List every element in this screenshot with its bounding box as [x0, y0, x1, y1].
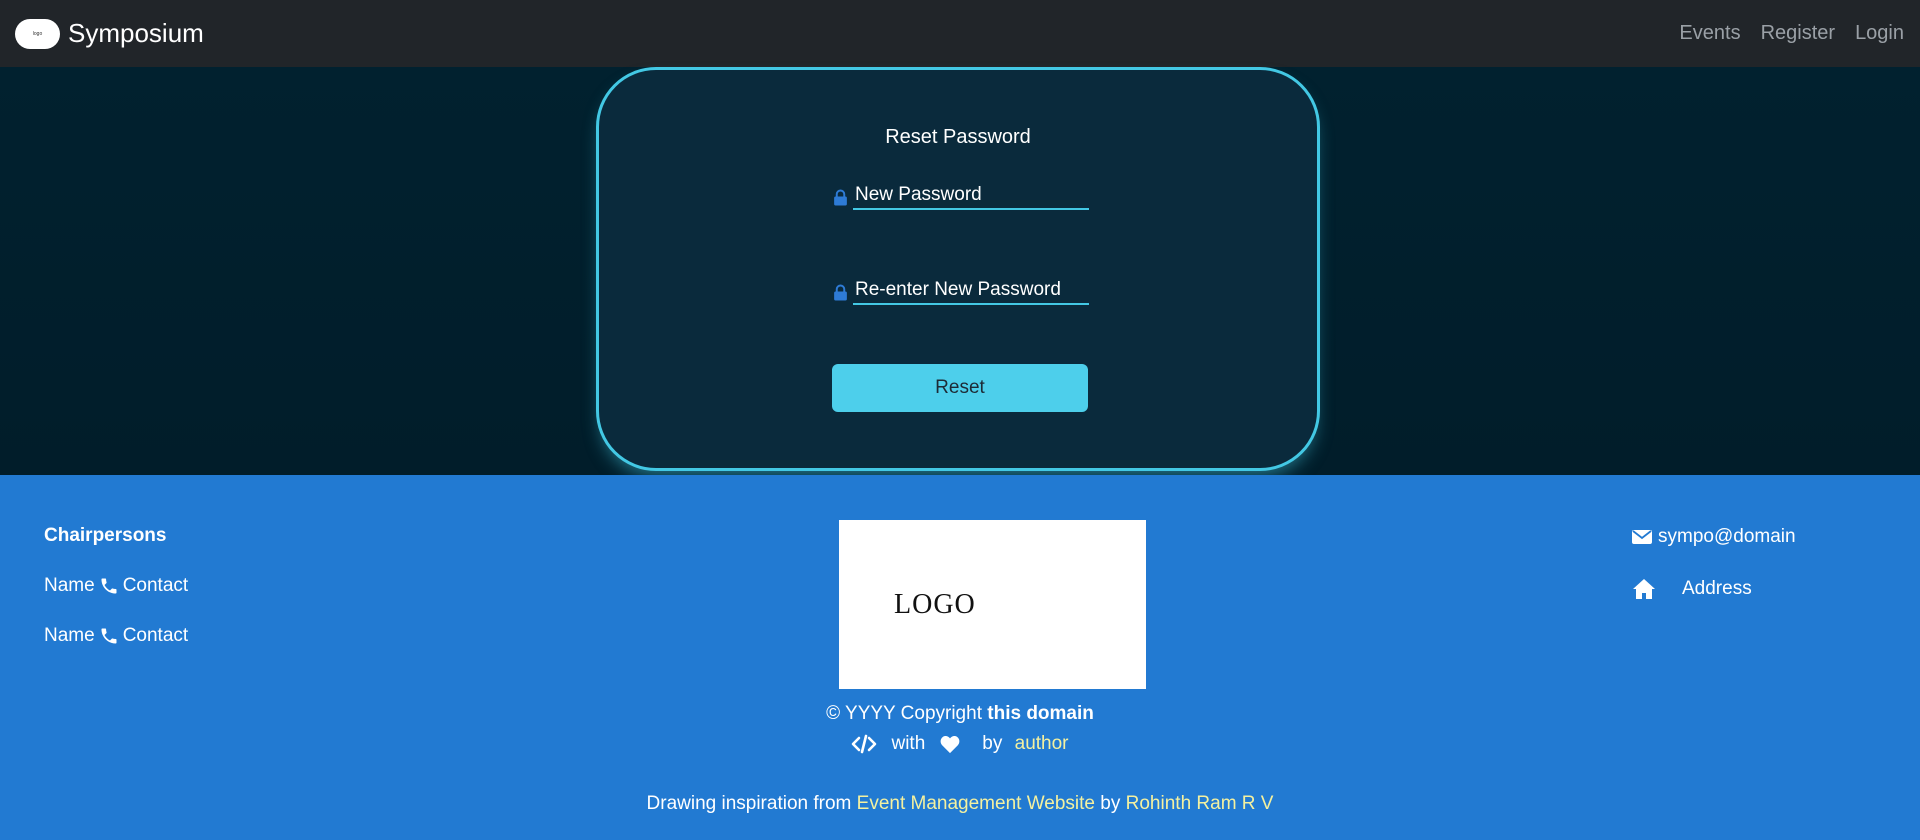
- copyright: © YYYY Copyright this domain: [0, 703, 1920, 725]
- inspiration-line: Drawing inspiration from Event Managemen…: [0, 793, 1920, 815]
- reset-button[interactable]: Reset: [832, 364, 1088, 412]
- made-with-line: with by author: [0, 733, 1920, 755]
- chairperson-row: Name Contact: [44, 575, 188, 597]
- heart-icon: [940, 736, 960, 754]
- chairperson-contact: Contact: [122, 575, 189, 596]
- author-link[interactable]: author: [1015, 733, 1069, 754]
- main-section: Reset Password Reset: [0, 67, 1920, 475]
- reset-password-card: Reset Password Reset: [596, 67, 1320, 471]
- new-password-input[interactable]: [853, 184, 1089, 210]
- nav-link-register[interactable]: Register: [1761, 22, 1835, 45]
- home-icon: [1633, 579, 1655, 599]
- brand-logo: logo: [15, 18, 60, 49]
- footer: Chairpersons Name Contact Name Contact L…: [0, 475, 1920, 840]
- envelope-icon: [1632, 530, 1652, 544]
- reenter-password-input[interactable]: [853, 279, 1089, 305]
- address-row: Address: [1632, 577, 1796, 601]
- brand-name: Symposium: [68, 18, 204, 48]
- made-by-text: by author: [975, 733, 1068, 755]
- phone-icon: [101, 578, 117, 594]
- made-with-text: with: [891, 733, 926, 754]
- by-label: by: [982, 733, 1003, 754]
- copyright-domain: this domain: [987, 703, 1094, 724]
- chairperson-name: Name: [44, 575, 95, 596]
- code-icon: [852, 734, 877, 754]
- copyright-prefix: © YYYY Copyright: [826, 703, 982, 724]
- logo-text: LOGO: [894, 588, 976, 620]
- nav-link-events[interactable]: Events: [1679, 22, 1740, 45]
- nav-link-login[interactable]: Login: [1855, 22, 1904, 45]
- email-link[interactable]: sympo@domain: [1658, 526, 1796, 548]
- form-title: Reset Password: [885, 126, 1031, 148]
- lock-icon: [834, 284, 847, 301]
- chairpersons-section: Chairpersons Name Contact Name Contact: [44, 525, 188, 675]
- contact-section: sympo@domain Address: [1632, 525, 1796, 629]
- new-password-field: [833, 180, 1089, 210]
- chairpersons-title: Chairpersons: [44, 525, 167, 546]
- email-row: sympo@domain: [1632, 525, 1796, 549]
- inspiration-prefix: Drawing inspiration from: [646, 793, 852, 814]
- inspiration-project-link[interactable]: Event Management Website: [857, 793, 1095, 814]
- reenter-password-field: [833, 275, 1089, 305]
- phone-icon: [101, 628, 117, 644]
- inspiration-by: by: [1100, 793, 1121, 814]
- brand-link[interactable]: logo Symposium: [15, 18, 204, 49]
- inspiration-author-link[interactable]: Rohinth Ram R V: [1126, 793, 1274, 814]
- address-text: Address: [1682, 578, 1752, 599]
- lock-icon: [834, 189, 847, 206]
- chairperson-contact: Contact: [122, 625, 189, 646]
- nav-links: Events Register Login: [1659, 22, 1904, 45]
- chairperson-row: Name Contact: [44, 625, 188, 647]
- footer-logo: LOGO: [839, 520, 1146, 689]
- chairperson-name: Name: [44, 625, 95, 646]
- top-navbar: logo Symposium Events Register Login: [0, 0, 1920, 67]
